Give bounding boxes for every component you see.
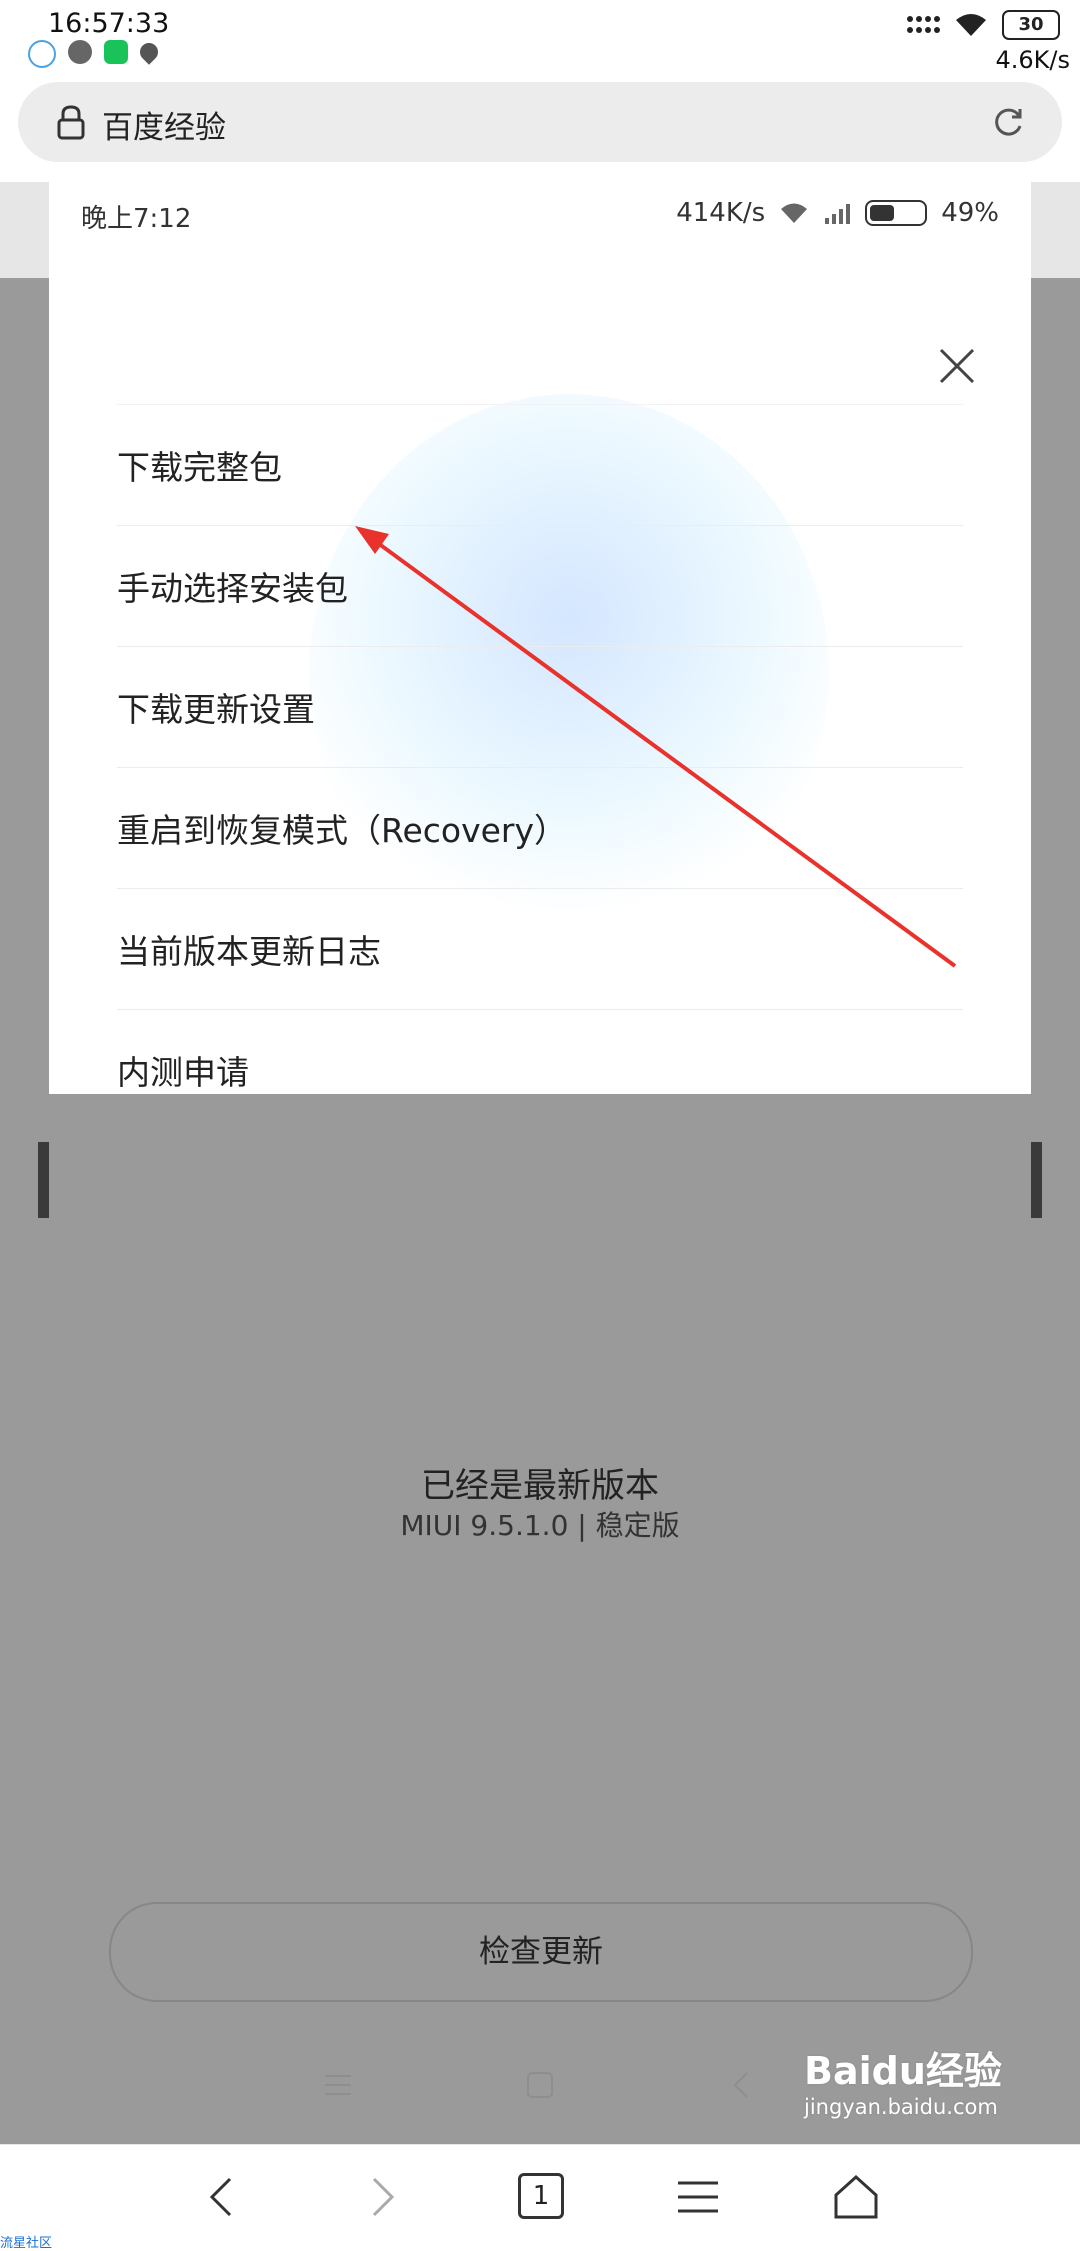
inner-battery-percent: 49%	[941, 198, 999, 228]
outer-network-speed: 4.6K/s	[995, 46, 1071, 74]
reload-icon[interactable]	[990, 104, 1026, 140]
inner-home-icon	[527, 2072, 553, 2098]
update-menu-panel: 下载完整包 手动选择安装包 下载更新设置 重启到恢复模式（Recovery） 当…	[49, 244, 1031, 1094]
menu-list: 下载完整包 手动选择安装包 下载更新设置 重启到恢复模式（Recovery） 当…	[117, 404, 963, 1094]
inner-back-icon	[733, 2072, 748, 2098]
outer-status-bar: 16:57:33 30 4.6K/s	[0, 0, 1080, 80]
page-title: 百度经验	[102, 110, 226, 146]
menu-item-changelog[interactable]: 当前版本更新日志	[117, 888, 963, 1009]
inner-menu-icon	[325, 2075, 351, 2095]
wechat-icon	[68, 40, 92, 64]
address-bar[interactable]: 百度经验	[18, 82, 1062, 162]
menu-item-download-full[interactable]: 下载完整包	[117, 404, 963, 525]
forward-icon[interactable]	[356, 2171, 408, 2223]
menu-item-label: 重启到恢复模式（Recovery）	[117, 811, 568, 850]
menu-item-label: 下载完整包	[117, 448, 282, 487]
inner-wifi-icon	[781, 203, 808, 223]
lock-icon	[57, 105, 85, 140]
home-icon[interactable]	[830, 2171, 882, 2223]
inner-time: 晚上7:12	[81, 204, 192, 234]
watermark-url: jingyan.baidu.com	[804, 2095, 998, 2119]
qq-icon	[28, 40, 56, 68]
latest-version-title: 已经是最新版本	[421, 1466, 659, 1506]
outer-time: 16:57:33	[48, 8, 170, 39]
outer-battery: 30	[1002, 10, 1060, 40]
watermark-logo: Baidu经验	[804, 2049, 1002, 2093]
close-icon[interactable]	[937, 346, 977, 386]
inner-network-speed: 414K/s	[676, 198, 766, 228]
notification-icons	[28, 39, 162, 68]
menu-item-beta[interactable]: 内测申请	[117, 1009, 963, 1094]
menu-item-label: 下载更新设置	[117, 690, 315, 729]
menu-item-label: 当前版本更新日志	[117, 932, 381, 971]
menu-icon[interactable]	[672, 2171, 724, 2223]
inner-signal-icon	[825, 204, 851, 224]
menu-item-label: 内测申请	[117, 1053, 249, 1092]
version-info: MIUI 9.5.1.0 | 稳定版	[400, 1509, 680, 1542]
inner-battery-icon	[865, 200, 928, 226]
menu-item-manual-select[interactable]: 手动选择安装包	[117, 525, 963, 646]
baidu-watermark: Baidu经验 jingyan.baidu.com	[804, 2040, 1004, 2119]
check-update-button[interactable]: 检查更新	[109, 1902, 973, 2002]
menu-item-recovery[interactable]: 重启到恢复模式（Recovery）	[117, 767, 963, 888]
signal-dots-icon	[907, 16, 940, 33]
tabs-button[interactable]: 1	[518, 2173, 564, 2219]
app-icon	[104, 40, 128, 64]
menu-item-download-settings[interactable]: 下载更新设置	[117, 646, 963, 767]
menu-item-label: 手动选择安装包	[117, 569, 348, 608]
article-screenshot: 晚上7:12 414K/s 49% 下载完整包 手动选择安装包 下载更新设置 重…	[49, 182, 1031, 2144]
outer-status-right: 30	[906, 10, 1060, 40]
wifi-icon	[956, 14, 986, 36]
browser-bottom-nav: 1	[0, 2144, 1080, 2249]
corner-source-text: 流星社区	[0, 2236, 53, 2251]
drop-icon	[136, 39, 162, 65]
inner-status-right: 414K/s 49%	[676, 198, 999, 228]
back-icon[interactable]	[196, 2171, 248, 2223]
inner-status-bar: 晚上7:12 414K/s 49%	[49, 182, 1031, 244]
